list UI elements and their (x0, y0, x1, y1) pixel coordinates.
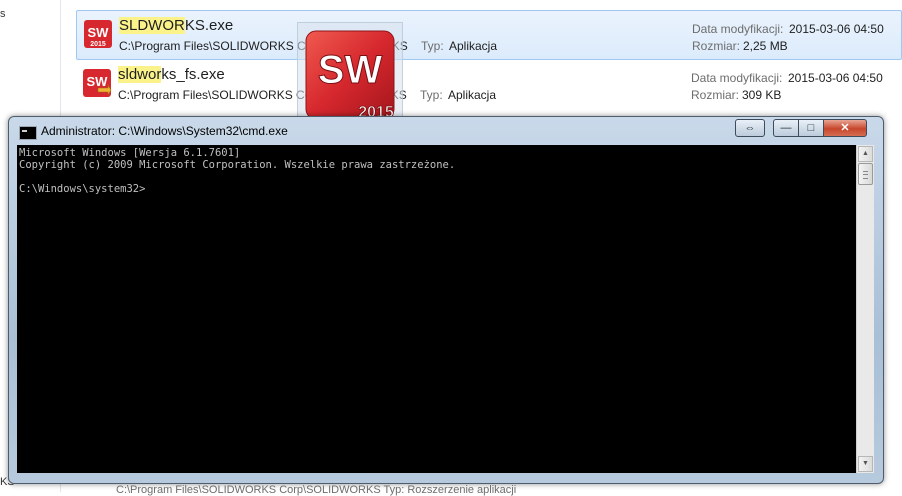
nav-pane-text: s (0, 8, 6, 20)
result-name-highlight: sldwor (118, 66, 162, 83)
result-item-sldworks-fs[interactable]: SW sldworks_fs.exe C:\Program Files\SOLI… (76, 60, 902, 110)
dragged-file-icon[interactable]: SW 2015 (297, 22, 403, 128)
result-name[interactable]: sldworks_fs.exe (118, 66, 225, 83)
cmd-window[interactable]: Administrator: C:\Windows\System32\cmd.e… (8, 116, 884, 484)
result-name-rest: KS.exe (184, 17, 234, 34)
result-name-highlight: SLDWOR (119, 17, 185, 34)
size-value: 309 KB (742, 88, 782, 102)
logo-letters: SW (318, 48, 383, 92)
scroll-thumb[interactable] (858, 163, 873, 185)
modified-label: Data modyfikacji: (692, 22, 784, 36)
size-value: 2,25 MB (743, 39, 788, 53)
modified-value: 2015-03-06 04:50 (789, 22, 884, 36)
cmd-window-title: Administrator: C:\Windows\System32\cmd.e… (41, 124, 288, 138)
icon-letters: SW (88, 25, 110, 40)
result-item-sldworks[interactable]: SW 2015 SLDWORKS.exe C:\Program Files\SO… (76, 10, 902, 60)
result-name[interactable]: SLDWORKS.exe (119, 17, 233, 34)
size-label: Rozmiar: (692, 39, 741, 53)
maximize-button[interactable]: □ (798, 119, 824, 137)
console-output: Microsoft Windows [Wersja 6.1.7601] Copy… (19, 147, 456, 195)
console-area[interactable]: Microsoft Windows [Wersja 6.1.7601] Copy… (17, 145, 856, 473)
type-label: Typ: (421, 39, 444, 53)
vertical-scrollbar[interactable]: ▲ ▼ (856, 145, 874, 473)
icon-year: 2015 (90, 41, 106, 48)
solidworks-2015-logo-icon: SW 2015 (305, 30, 395, 121)
resize-button[interactable]: ⇔ (735, 119, 765, 137)
modified-label: Data modyfikacji: (691, 71, 783, 85)
type-label: Typ: (420, 88, 443, 102)
type-value: Aplikacja (448, 88, 497, 102)
solidworks-app-icon: SW (83, 69, 112, 97)
cmd-prompt-icon[interactable] (19, 126, 37, 140)
partial-result-row: C:\Program Files\SOLIDWORKS Corp\SOLIDWO… (116, 484, 517, 496)
size-label: Rozmiar: (691, 88, 740, 102)
minimize-button[interactable]: — (773, 119, 799, 137)
result-name-rest: ks_fs.exe (161, 66, 225, 83)
modified-value: 2015-03-06 04:50 (788, 71, 883, 85)
icon-letters: SW (87, 74, 109, 89)
solidworks-app-icon: SW 2015 (84, 20, 112, 48)
close-button[interactable]: ✕ (823, 119, 867, 137)
scroll-up-arrow-icon[interactable]: ▲ (858, 146, 873, 162)
type-value: Aplikacja (449, 39, 498, 53)
scroll-down-arrow-icon[interactable]: ▼ (858, 456, 873, 472)
